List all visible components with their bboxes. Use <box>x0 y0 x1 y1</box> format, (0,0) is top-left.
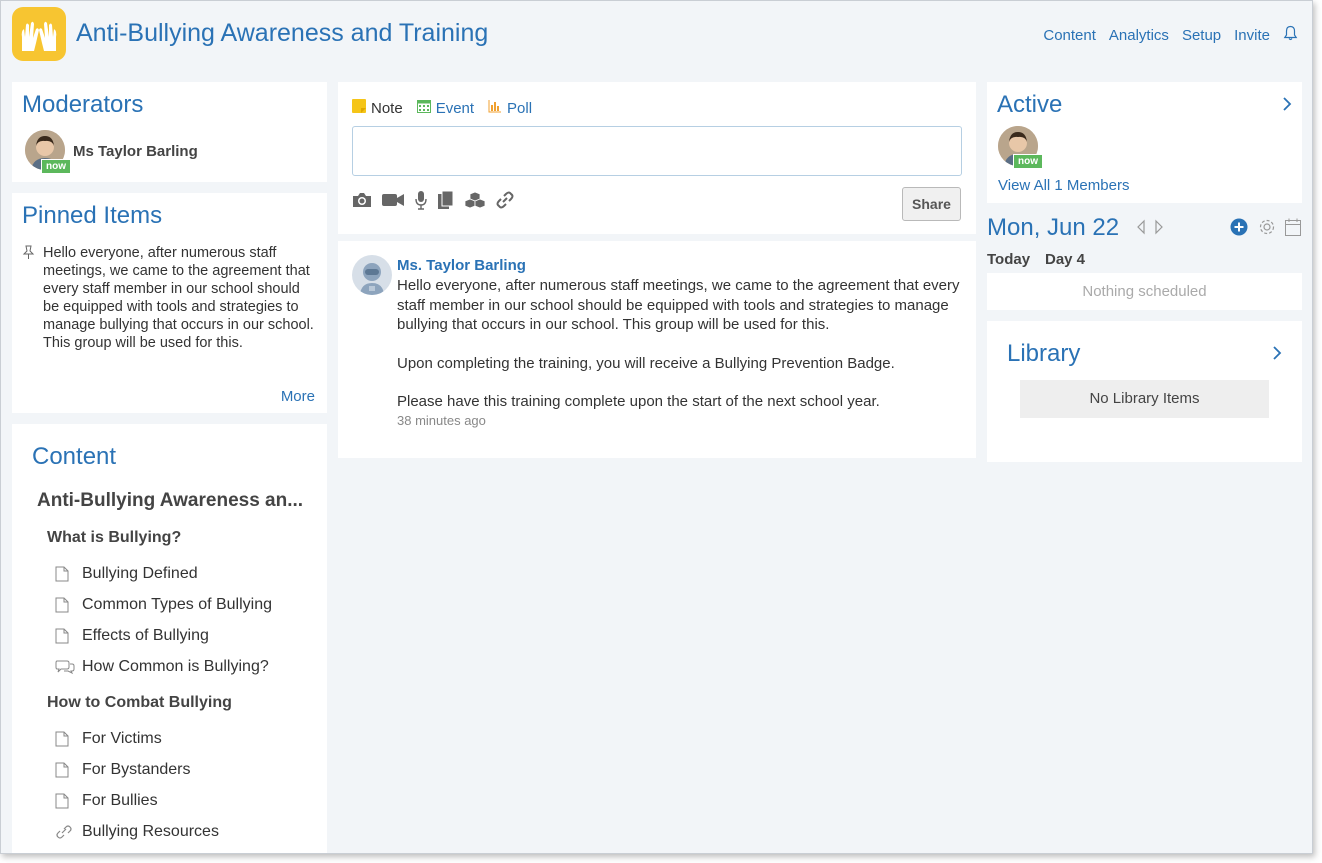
next-day-icon[interactable] <box>1154 219 1164 240</box>
prev-day-icon[interactable] <box>1136 219 1146 240</box>
post-input[interactable] <box>352 126 962 176</box>
moderator-name[interactable]: Ms Taylor Barling <box>73 143 198 160</box>
tab-label: Event <box>435 99 475 117</box>
calendar-date: Mon, Jun 22 <box>987 214 1120 241</box>
nav-invite[interactable]: Invite <box>1234 27 1270 44</box>
poll-icon <box>488 99 502 117</box>
page-icon <box>55 628 69 649</box>
page-icon <box>55 762 69 783</box>
day-label: Day 4 <box>1045 251 1086 268</box>
content-item-label: Bullying Resources <box>82 823 219 840</box>
tab-label: Poll <box>507 99 533 117</box>
calendar-icon <box>416 99 431 117</box>
content-folder[interactable]: Anti-Bullying Awareness an... <box>37 490 303 512</box>
content-card: Content Anti-Bullying Awareness an... Wh… <box>12 424 327 853</box>
link-icon[interactable] <box>495 190 515 215</box>
post-paragraph: Upon completing the training, you will r… <box>397 354 895 372</box>
tab-event[interactable]: Event <box>416 99 475 117</box>
feed-post-card: Ms. Taylor Barling Hello everyone, after… <box>338 241 976 458</box>
today-label[interactable]: Today <box>987 251 1030 268</box>
link-icon <box>55 824 73 845</box>
library-empty-box: No Library Items <box>1020 380 1269 418</box>
composer-tabs: Note Event Poll <box>352 99 532 117</box>
pin-icon <box>22 245 35 265</box>
composer-card: Note Event Poll Share <box>338 82 976 234</box>
calendar-widget: Mon, Jun 22 Today Day 4 Nothing schedule… <box>987 211 1302 311</box>
post-timestamp: 38 minutes ago <box>397 412 486 428</box>
post-paragraph: Hello everyone, after numerous staff mee… <box>397 277 960 333</box>
add-event-icon[interactable] <box>1230 218 1248 241</box>
section-heading[interactable]: What is Bullying? <box>47 529 181 547</box>
group-logo[interactable] <box>12 7 66 61</box>
tab-poll[interactable]: Poll <box>488 99 532 117</box>
microphone-icon[interactable] <box>414 190 428 215</box>
content-item-label: Common Types of Bullying <box>82 596 273 613</box>
page-icon <box>55 793 69 814</box>
more-link[interactable]: More <box>281 388 315 405</box>
content-item-label: For Victims <box>82 730 162 747</box>
author-avatar[interactable] <box>352 255 392 295</box>
video-icon[interactable] <box>381 192 405 213</box>
content-item-label: Bullying Defined <box>82 565 198 582</box>
page-icon <box>55 731 69 752</box>
gear-icon[interactable] <box>1258 218 1276 241</box>
post-body: Hello everyone, after numerous staff mee… <box>397 276 962 428</box>
resources-icon[interactable] <box>464 191 486 214</box>
page-icon <box>55 566 69 587</box>
share-button[interactable]: Share <box>902 187 961 221</box>
chevron-right-icon[interactable] <box>1282 96 1292 117</box>
library-title[interactable]: Library <box>1007 340 1080 368</box>
post-author[interactable]: Ms. Taylor Barling <box>397 257 526 274</box>
pinned-card: Pinned Items Hello everyone, after numer… <box>12 193 327 413</box>
status-badge: now <box>41 159 71 174</box>
tab-label: Note <box>371 99 403 117</box>
camera-icon[interactable] <box>352 192 372 213</box>
raised-hands-icon <box>21 21 57 51</box>
pinned-title: Pinned Items <box>22 202 163 229</box>
top-nav: Content Analytics Setup Invite <box>1043 25 1298 45</box>
nothing-scheduled-text: Nothing scheduled <box>1082 283 1207 300</box>
files-icon[interactable] <box>437 190 455 215</box>
calendar-empty-box: Nothing scheduled <box>987 273 1302 310</box>
section-heading[interactable]: How to Combat Bullying <box>47 694 232 712</box>
discussion-icon <box>55 659 75 680</box>
content-item-label: For Bystanders <box>82 761 191 778</box>
calendar-icon[interactable] <box>1285 218 1301 241</box>
content-title: Content <box>32 443 117 470</box>
no-library-items-text: No Library Items <box>1089 390 1200 407</box>
moderators-title: Moderators <box>22 91 144 118</box>
post-paragraph: Please have this training complete upon … <box>397 393 880 410</box>
view-all-members-link[interactable]: View All 1 Members <box>998 177 1129 194</box>
pinned-text[interactable]: Hello everyone, after numerous staff mee… <box>43 244 315 352</box>
page-title: Anti-Bullying Awareness and Training <box>76 19 489 47</box>
nav-analytics[interactable]: Analytics <box>1109 27 1169 44</box>
attachment-toolbar <box>352 190 515 215</box>
robot-avatar-icon <box>360 263 384 295</box>
note-icon <box>352 99 366 117</box>
chevron-right-icon[interactable] <box>1272 345 1282 366</box>
bell-icon[interactable] <box>1283 25 1298 45</box>
page-icon <box>55 597 69 618</box>
nav-setup[interactable]: Setup <box>1182 27 1221 44</box>
active-title[interactable]: Active <box>997 91 1062 119</box>
moderators-card: Moderators now Ms Taylor Barling <box>12 82 327 182</box>
content-item-label: Effects of Bullying <box>82 627 209 644</box>
content-item-label: How Common is Bullying? <box>82 658 269 675</box>
nav-content[interactable]: Content <box>1043 27 1096 44</box>
library-card: Library No Library Items <box>987 321 1302 462</box>
status-badge: now <box>1013 154 1043 169</box>
app-window: Anti-Bullying Awareness and Training Con… <box>0 0 1313 854</box>
active-card: Active now View All 1 Members <box>987 82 1302 203</box>
tab-note[interactable]: Note <box>352 99 403 117</box>
content-item-label: For Bullies <box>82 792 158 809</box>
